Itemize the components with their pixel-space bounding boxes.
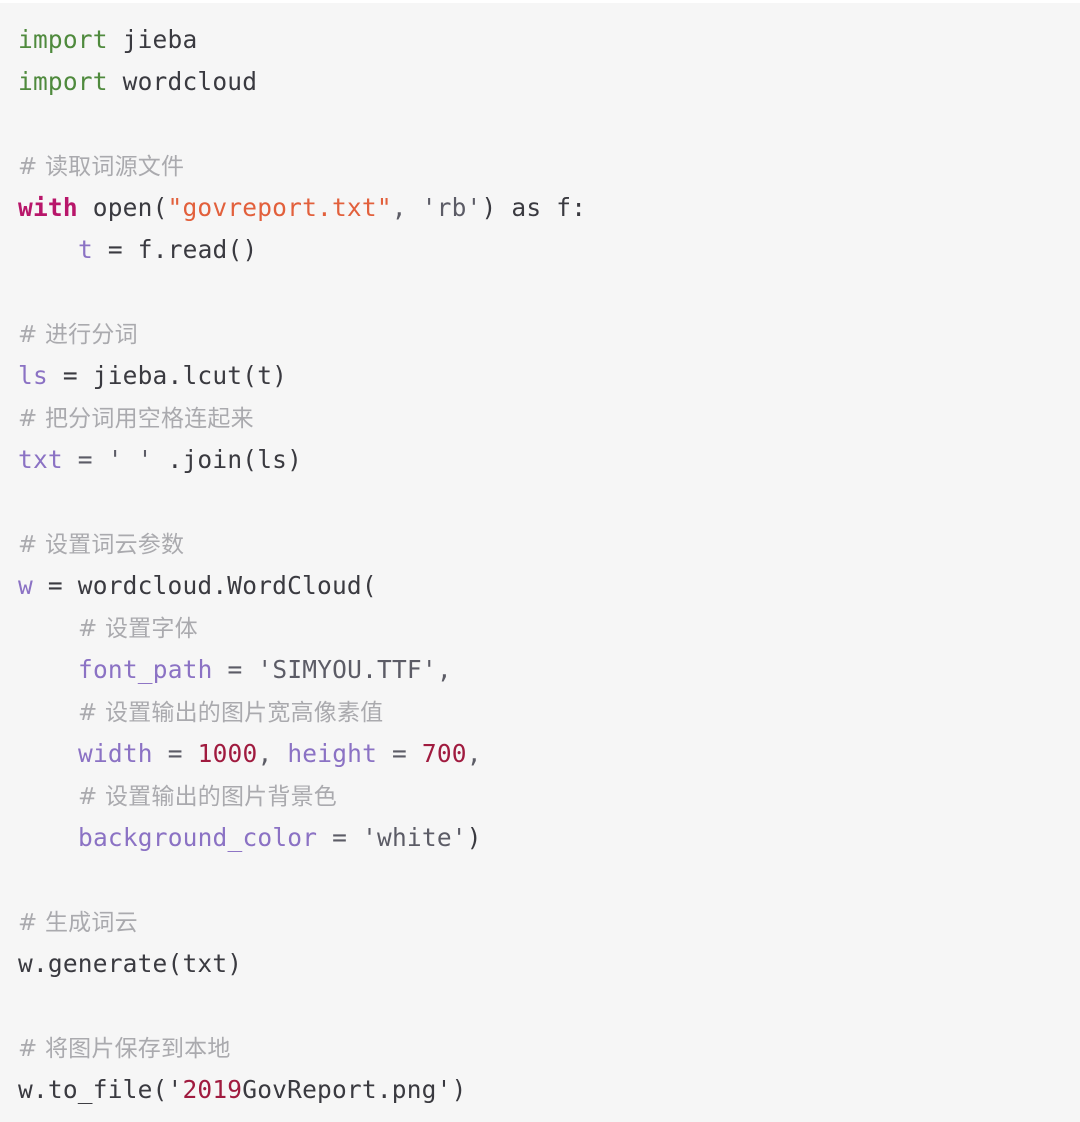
- code-line-3-blank: [0, 103, 1080, 145]
- code-line-14: w = wordcloud.WordCloud(: [0, 565, 1080, 607]
- assign-operator: =: [212, 655, 258, 684]
- generate-call: w.generate(txt): [18, 949, 243, 978]
- comment-save-image: # 将图片保存到本地: [18, 1036, 231, 1062]
- comma-separator: ,: [436, 655, 452, 684]
- module-name-wordcloud: wordcloud: [107, 67, 258, 96]
- code-line-5: with open("govreport.txt", 'rb') as f:: [0, 187, 1080, 229]
- to-file-call: w.to_file(': [18, 1075, 183, 1104]
- param-background-color: background_color: [78, 823, 318, 852]
- code-line-24-blank: [0, 985, 1080, 1027]
- code-line-11: txt = ' ' .join(ls): [0, 439, 1080, 481]
- as-f-clause: ) as f:: [481, 193, 587, 222]
- keyword-with: with: [18, 193, 78, 222]
- code-line-7-blank: [0, 271, 1080, 313]
- comment-generate-wordcloud: # 生成词云: [18, 910, 138, 936]
- param-font-path: font_path: [78, 655, 213, 684]
- code-line-10: # 把分词用空格连起来: [0, 397, 1080, 439]
- code-line-25: # 将图片保存到本地: [0, 1027, 1080, 1069]
- comment-output-background: # 设置输出的图片背景色: [78, 784, 337, 810]
- string-simyou-ttf: 'SIMYOU.TTF': [257, 655, 437, 684]
- string-space-separator: ' ': [107, 445, 153, 474]
- filename-year: 2019: [182, 1075, 243, 1104]
- code-line-21-blank: [0, 859, 1080, 901]
- code-line-18: width = 1000, height = 700,: [0, 733, 1080, 775]
- code-line-4: # 读取词源文件: [0, 145, 1080, 187]
- comma-separator: ,: [391, 193, 422, 222]
- code-line-6: t = f.read(): [0, 229, 1080, 271]
- value-width: 1000: [197, 739, 258, 768]
- comment-segmentation: # 进行分词: [18, 322, 138, 348]
- to-file-close: '): [436, 1075, 467, 1104]
- variable-w: w: [18, 571, 33, 600]
- assign-operator: =: [377, 739, 422, 768]
- comma-separator: ,: [466, 739, 482, 768]
- assign-operator: =: [152, 739, 198, 768]
- code-line-15: # 设置字体: [0, 607, 1080, 649]
- code-line-23: w.generate(txt): [0, 943, 1080, 985]
- code-line-8: # 进行分词: [0, 313, 1080, 355]
- keyword-import: import: [18, 25, 108, 54]
- code-line-2: import wordcloud: [0, 61, 1080, 103]
- code-line-13: # 设置词云参数: [0, 523, 1080, 565]
- filename-rest: GovReport.png: [242, 1075, 437, 1104]
- comment-read-source-file: # 读取词源文件: [18, 154, 185, 180]
- string-white: 'white': [362, 823, 467, 852]
- param-height: height: [287, 739, 378, 768]
- string-rb-mode: 'rb': [421, 193, 482, 222]
- value-height: 700: [421, 739, 467, 768]
- open-call: open(: [77, 193, 168, 222]
- code-line-26: w.to_file('2019GovReport.png'): [0, 1069, 1080, 1111]
- variable-t: t: [78, 235, 93, 264]
- code-editor-pane: import jieba import wordcloud # 读取词源文件 w…: [0, 0, 1080, 1122]
- f-read-call: = f.read(): [92, 235, 258, 264]
- comment-join-with-space: # 把分词用空格连起来: [18, 406, 254, 432]
- join-call: .join(ls): [152, 445, 303, 474]
- assign-operator: =: [62, 445, 108, 474]
- comment-set-font: # 设置字体: [78, 616, 198, 642]
- code-line-12-blank: [0, 481, 1080, 523]
- close-paren: ): [466, 823, 482, 852]
- code-line-16: font_path = 'SIMYOU.TTF',: [0, 649, 1080, 691]
- wordcloud-constructor: = wordcloud.WordCloud(: [32, 571, 377, 600]
- comment-output-size: # 设置输出的图片宽高像素值: [78, 700, 384, 726]
- variable-ls: ls: [18, 361, 48, 390]
- code-line-9: ls = jieba.lcut(t): [0, 355, 1080, 397]
- code-line-19: # 设置输出的图片背景色: [0, 775, 1080, 817]
- comma-separator: ,: [257, 739, 288, 768]
- code-line-1: import jieba: [0, 19, 1080, 61]
- code-line-20: background_color = 'white'): [0, 817, 1080, 859]
- variable-txt: txt: [18, 445, 63, 474]
- module-name-jieba: jieba: [107, 25, 198, 54]
- comment-wordcloud-params: # 设置词云参数: [18, 532, 185, 558]
- param-width: width: [78, 739, 153, 768]
- assign-operator: =: [317, 823, 363, 852]
- code-line-22: # 生成词云: [0, 901, 1080, 943]
- code-line-17: # 设置输出的图片宽高像素值: [0, 691, 1080, 733]
- keyword-import: import: [18, 67, 108, 96]
- string-govreport-txt: "govreport.txt": [167, 193, 392, 222]
- jieba-lcut-call: = jieba.lcut(t): [47, 361, 288, 390]
